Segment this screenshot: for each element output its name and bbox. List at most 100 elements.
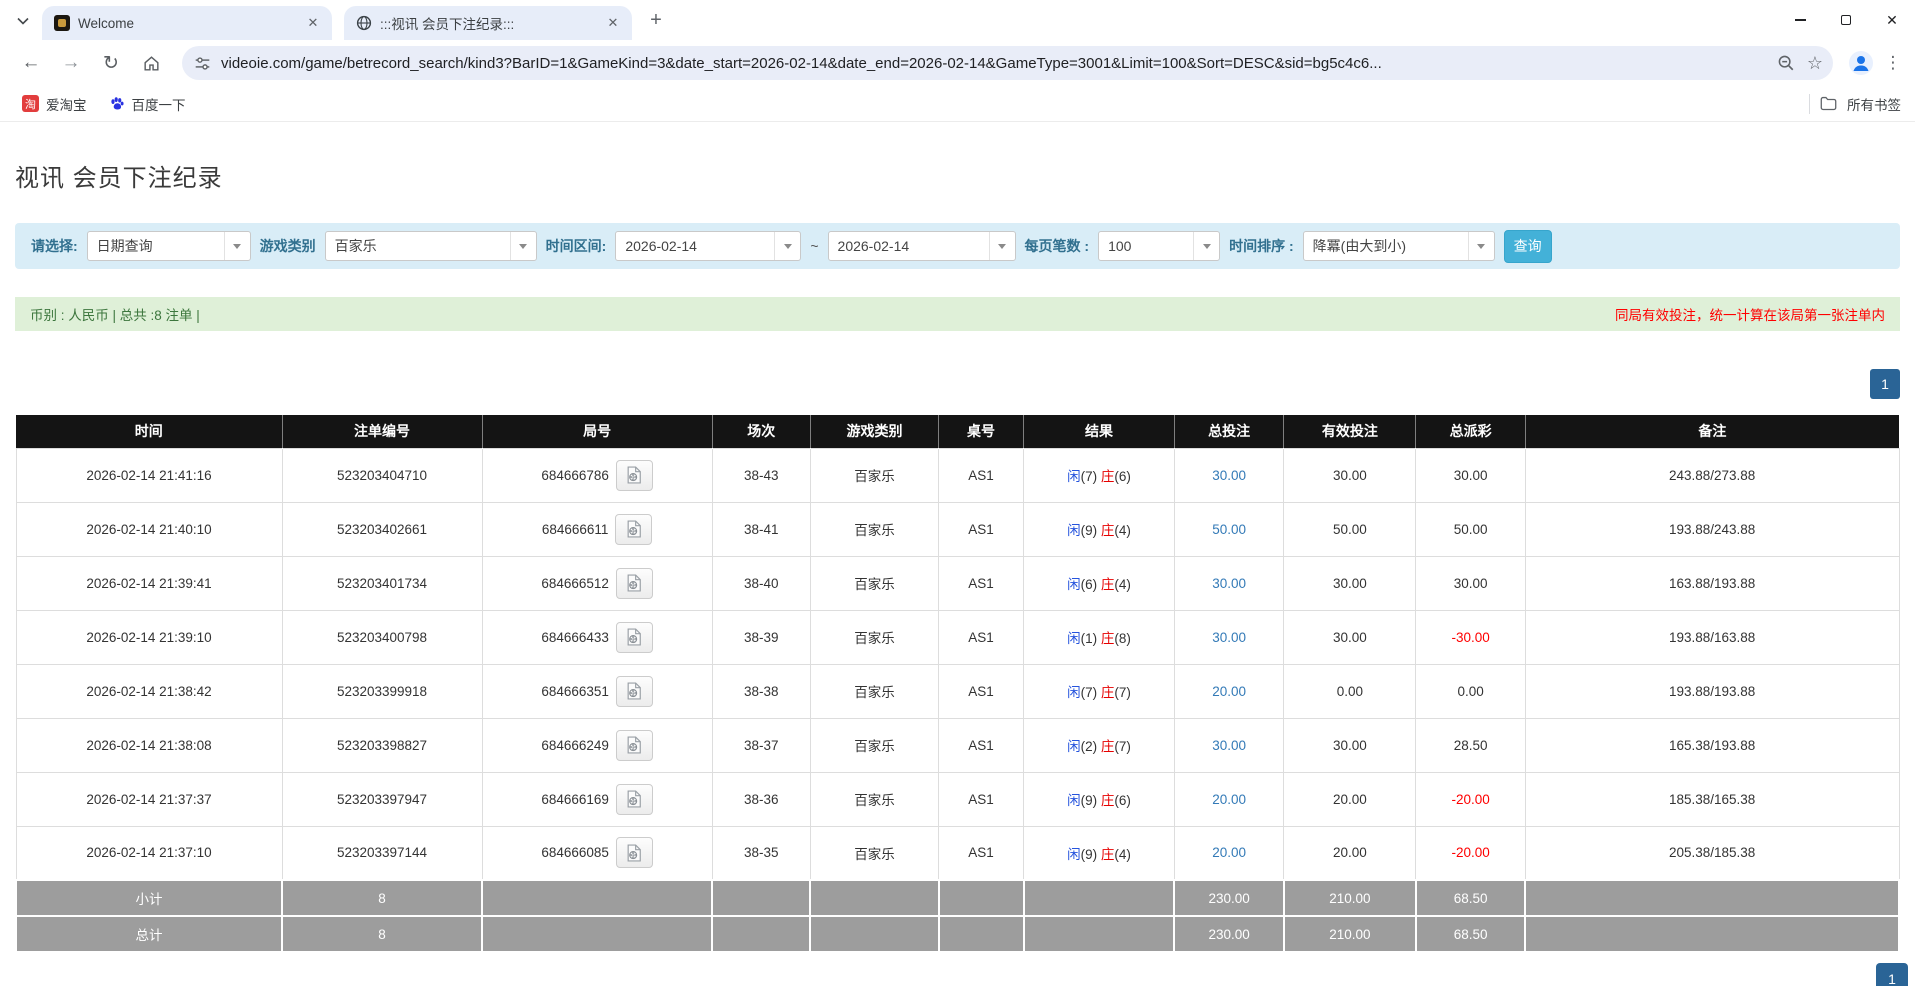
cell-total-bet-link[interactable]: 30.00	[1174, 718, 1283, 772]
pagination-page-button[interactable]: 1	[1870, 369, 1900, 399]
taobao-icon: 淘	[22, 95, 39, 112]
home-button[interactable]	[134, 46, 168, 80]
cell-bet-no: 523203401734	[282, 556, 482, 610]
video-replay-button[interactable]	[616, 730, 653, 761]
cell-session: 38-36	[712, 772, 810, 826]
subtotal-valid-bet: 210.00	[1284, 880, 1416, 916]
bookmark-taobao[interactable]: 淘 爱淘宝	[14, 91, 95, 117]
welcome-favicon-icon	[54, 15, 70, 31]
cell-total-bet-link[interactable]: 20.00	[1174, 772, 1283, 826]
profile-avatar[interactable]	[1847, 49, 1875, 77]
video-replay-button[interactable]	[616, 837, 653, 868]
video-replay-button[interactable]	[616, 784, 653, 815]
cell-payout: 0.00	[1416, 664, 1525, 718]
tab-welcome[interactable]: Welcome ✕	[42, 6, 332, 40]
sort-select[interactable]: 降冪(由大到小)	[1303, 231, 1495, 261]
valid-bet-note-text: 同局有效投注，统一计算在该局第一张注单内	[1615, 304, 1885, 324]
cell-time: 2026-02-14 21:40:10	[16, 502, 282, 556]
date-start-select[interactable]: 2026-02-14	[615, 231, 801, 261]
cell-time: 2026-02-14 21:37:37	[16, 772, 282, 826]
url-text[interactable]: videoie.com/game/betrecord_search/kind3?…	[221, 55, 1765, 72]
col-header-game-kind: 游戏类别	[810, 415, 938, 448]
tab-close-icon[interactable]: ✕	[604, 14, 622, 32]
tab-search-chevron-icon[interactable]	[8, 7, 38, 35]
table-row: 2026-02-14 21:37:37 523203397947 6846661…	[16, 772, 1899, 826]
tab-betrecord-active[interactable]: :::视讯 会员下注纪录::: ✕	[344, 6, 632, 40]
grand-total-row: 总计 8 230.00 210.00 68.50	[16, 916, 1899, 952]
tab-title: :::视讯 会员下注纪录:::	[380, 13, 596, 33]
cell-remark: 193.88/193.88	[1525, 664, 1899, 718]
cell-result: 闲(7) 庄(7)	[1024, 664, 1175, 718]
subtotal-total-bet: 230.00	[1174, 880, 1283, 916]
cell-time: 2026-02-14 21:39:10	[16, 610, 282, 664]
search-button[interactable]: 查询	[1504, 230, 1552, 263]
filter-panel: 请选择: 日期查询 游戏类别 百家乐 时间区间: 2026-02-14 ~ 20…	[15, 223, 1900, 269]
cell-total-bet-link[interactable]: 50.00	[1174, 502, 1283, 556]
cell-round-no: 684666351	[482, 664, 712, 718]
subtotal-payout: 68.50	[1416, 880, 1525, 916]
query-type-select[interactable]: 日期查询	[87, 231, 251, 261]
video-replay-button[interactable]	[616, 622, 653, 653]
cell-total-bet-link[interactable]: 30.00	[1174, 556, 1283, 610]
table-row: 2026-02-14 21:38:42 523203399918 6846663…	[16, 664, 1899, 718]
cell-payout: -20.00	[1416, 772, 1525, 826]
date-end-select[interactable]: 2026-02-14	[828, 231, 1016, 261]
table-row: 2026-02-14 21:39:10 523203400798 6846664…	[16, 610, 1899, 664]
window-maximize-button[interactable]	[1823, 0, 1869, 40]
cell-time: 2026-02-14 21:38:08	[16, 718, 282, 772]
table-row: 2026-02-14 21:39:41 523203401734 6846665…	[16, 556, 1899, 610]
pagination-page-button-bottom[interactable]: 1	[1876, 963, 1908, 986]
cell-remark: 193.88/243.88	[1525, 502, 1899, 556]
address-bar[interactable]: videoie.com/game/betrecord_search/kind3?…	[182, 46, 1833, 80]
cell-bet-no: 523203397144	[282, 826, 482, 880]
cell-total-bet-link[interactable]: 30.00	[1174, 610, 1283, 664]
col-header-remark: 备注	[1525, 415, 1899, 448]
cell-valid-bet: 20.00	[1284, 772, 1416, 826]
reload-button[interactable]: ↻	[94, 46, 128, 80]
new-tab-button[interactable]: +	[642, 6, 670, 34]
bookmark-star-icon[interactable]: ☆	[1807, 53, 1823, 74]
cell-payout: 28.50	[1416, 718, 1525, 772]
per-page-select[interactable]: 100	[1098, 231, 1220, 261]
cell-session: 38-40	[712, 556, 810, 610]
browser-menu-icon[interactable]: ⋮	[1881, 53, 1905, 73]
bookmarks-divider	[1809, 94, 1810, 114]
back-button[interactable]: ←	[14, 46, 48, 80]
all-bookmarks-label[interactable]: 所有书签	[1847, 94, 1901, 114]
forward-button[interactable]: →	[54, 46, 88, 80]
col-header-bet-no: 注单编号	[282, 415, 482, 448]
cell-total-bet-link[interactable]: 20.00	[1174, 664, 1283, 718]
col-header-result: 结果	[1024, 415, 1175, 448]
cell-remark: 185.38/165.38	[1525, 772, 1899, 826]
cell-total-bet-link[interactable]: 20.00	[1174, 826, 1283, 880]
video-replay-button[interactable]	[616, 568, 653, 599]
subtotal-label: 小计	[16, 880, 282, 916]
col-header-time: 时间	[16, 415, 282, 448]
sort-label: 时间排序 :	[1229, 236, 1294, 256]
bet-record-table: 时间 注单编号 局号 场次 游戏类别 桌号 结果 总投注 有效投注 总派彩 备注…	[15, 415, 1900, 953]
window-minimize-button[interactable]	[1777, 0, 1823, 40]
cell-remark: 193.88/163.88	[1525, 610, 1899, 664]
window-close-button[interactable]: ✕	[1869, 0, 1915, 40]
cell-total-bet-link[interactable]: 30.00	[1174, 448, 1283, 502]
cell-valid-bet: 30.00	[1284, 448, 1416, 502]
cell-table-no: AS1	[939, 772, 1024, 826]
site-settings-icon[interactable]	[194, 55, 211, 72]
video-replay-button[interactable]	[615, 514, 652, 545]
cell-remark: 165.38/193.88	[1525, 718, 1899, 772]
cell-game-kind: 百家乐	[810, 664, 938, 718]
currency-summary-text: 币别 : 人民币 | 总共 :8 注单 |	[30, 304, 200, 324]
cell-game-kind: 百家乐	[810, 826, 938, 880]
cell-session: 38-38	[712, 664, 810, 718]
page-content: 视讯 会员下注纪录 请选择: 日期查询 游戏类别 百家乐 时间区间: 2026-…	[0, 122, 1915, 986]
game-kind-select[interactable]: 百家乐	[325, 231, 537, 261]
tab-close-icon[interactable]: ✕	[304, 14, 322, 32]
col-header-payout: 总派彩	[1416, 415, 1525, 448]
video-replay-button[interactable]	[616, 676, 653, 707]
video-replay-button[interactable]	[616, 460, 653, 491]
subtotal-row: 小计 8 230.00 210.00 68.50	[16, 880, 1899, 916]
zoom-icon[interactable]	[1777, 54, 1795, 72]
table-row: 2026-02-14 21:40:10 523203402661 6846666…	[16, 502, 1899, 556]
cell-round-no: 684666512	[482, 556, 712, 610]
bookmark-baidu[interactable]: 百度一下	[101, 91, 194, 117]
